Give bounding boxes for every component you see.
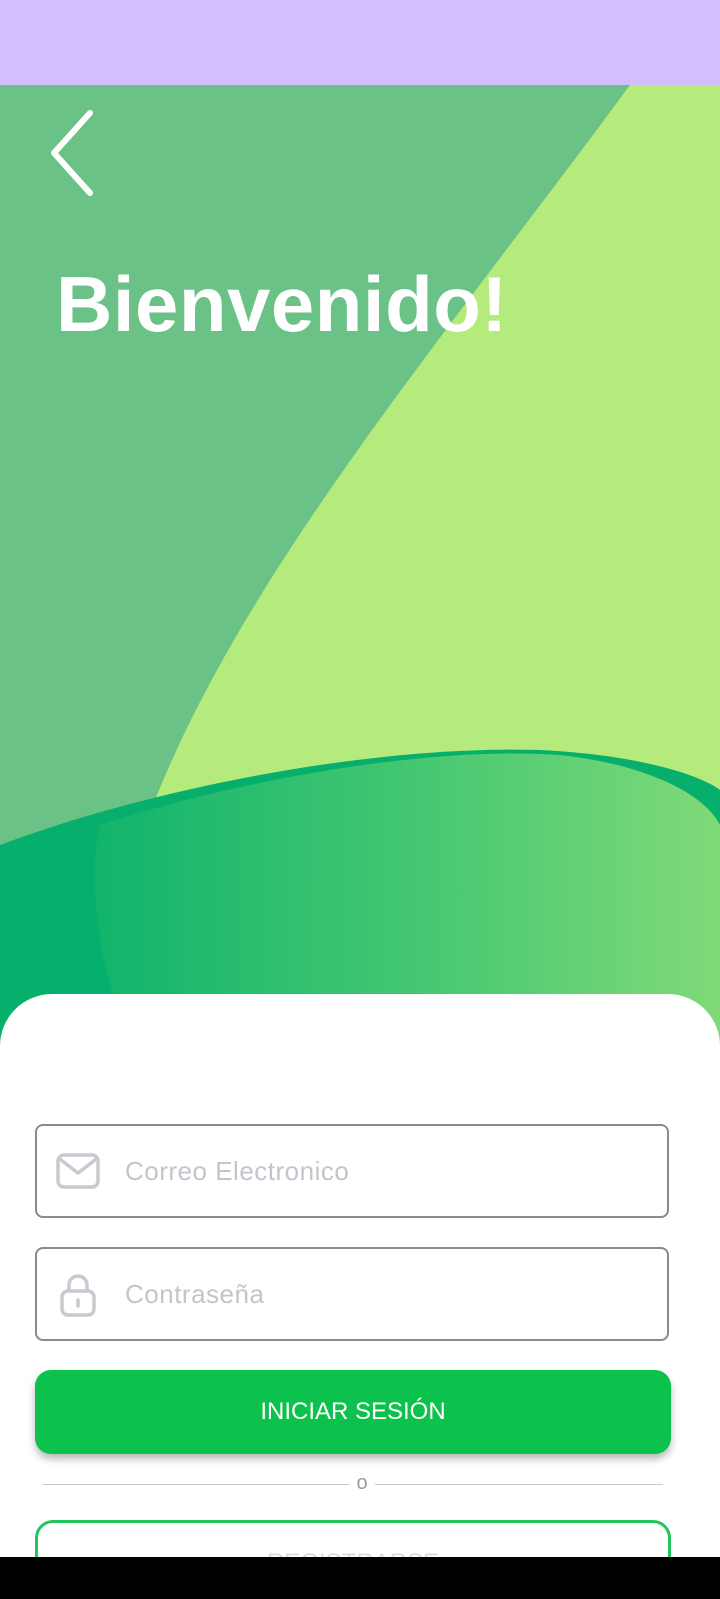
hero-illustration [0, 85, 720, 1125]
email-field[interactable] [35, 1124, 669, 1218]
status-bar [0, 0, 720, 85]
divider-or-text: o [356, 1472, 368, 1494]
app-content: Bienvenido! Correo Electronico INICIAR S… [0, 85, 720, 1557]
login-button[interactable]: INICIAR SESIÓN [35, 1370, 671, 1454]
login-card: INICIAR SESIÓN o REGISTRARSE [0, 994, 720, 1557]
email-input[interactable] [125, 1126, 645, 1216]
or-divider: o [43, 1470, 663, 1500]
hero-background: Bienvenido! [0, 85, 720, 1125]
lock-icon [55, 1271, 101, 1317]
divider-line-right [375, 1484, 663, 1485]
mail-icon [55, 1148, 101, 1194]
back-button[interactable] [40, 107, 110, 207]
system-navigation-bar [0, 1557, 720, 1599]
password-field[interactable] [35, 1247, 669, 1341]
app-screen: Bienvenido! Correo Electronico INICIAR S… [0, 0, 720, 1599]
divider-line-left [43, 1484, 349, 1485]
password-input[interactable] [125, 1249, 645, 1339]
page-title: Bienvenido! [56, 260, 508, 348]
register-button[interactable]: REGISTRARSE [35, 1520, 671, 1557]
chevron-left-icon [51, 110, 93, 196]
